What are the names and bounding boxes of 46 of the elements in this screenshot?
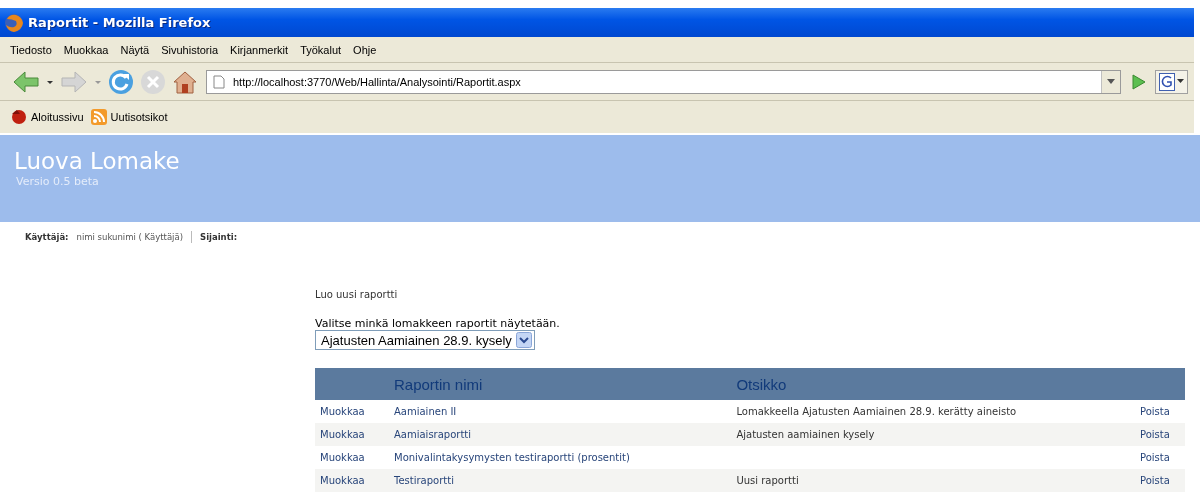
reload-icon[interactable]	[108, 68, 134, 95]
caret-icon	[1177, 79, 1184, 84]
site-title: Luova Lomake	[14, 148, 181, 175]
menu-item[interactable]: Tiedosto	[10, 43, 52, 56]
search-engine-button[interactable]	[1155, 69, 1188, 94]
select-label: Valitse minkä lomakkeen raportit näytetään.	[315, 317, 561, 330]
forward-arrow-icon[interactable]	[60, 69, 88, 94]
edit-link[interactable]: Muokkaa	[320, 452, 365, 463]
delete-link[interactable]: Poista	[1140, 429, 1170, 440]
user-name: nimi sukunimi ( Käyttäjä)	[76, 232, 183, 242]
menu-item[interactable]: Sivuhistoria	[161, 43, 219, 56]
g-letter-icon	[1159, 72, 1175, 91]
table-cell: Lomakkeella Ajatusten Aamiainen 28.9. kerätty aineisto	[736, 406, 1017, 417]
edit-link[interactable]: Muokkaa	[320, 475, 365, 486]
caret-icon	[1107, 78, 1115, 85]
report-name-link[interactable]: Aamiaisraportti	[394, 429, 472, 440]
edit-link[interactable]: Muokkaa	[320, 406, 365, 417]
delete-link[interactable]: Poista	[1140, 452, 1170, 463]
edit-link[interactable]: Muokkaa	[320, 429, 365, 440]
window-title: Raportit - Mozilla Firefox	[28, 15, 211, 30]
report-name-link[interactable]: Aamiainen II	[394, 406, 457, 417]
table-cell: Ajatusten aamiainen kysely	[736, 429, 875, 440]
table-cell: Uusi raportti	[736, 475, 799, 486]
rss-feed-icon	[89, 108, 108, 126]
new-report-link[interactable]: Luo uusi raportti	[315, 289, 398, 300]
menu-item[interactable]: Ohje	[353, 43, 377, 56]
version-text: Versio 0.5 beta	[16, 175, 100, 188]
menu-item[interactable]: Muokkaa	[63, 43, 109, 56]
menu-item[interactable]: Näytä	[120, 43, 150, 56]
back-arrow-icon[interactable]	[12, 69, 40, 94]
column-header: Raportin nimi	[389, 368, 732, 400]
column-header: Otsikko	[731, 368, 1135, 400]
location-label: Sijainti:	[200, 232, 238, 242]
report-name-link[interactable]: Monivalintakysymysten testiraportti (prosentit)	[394, 452, 630, 463]
bookmark[interactable]: Uutisotsikot	[89, 108, 168, 126]
bookmark[interactable]: Aloitussivu	[10, 108, 84, 126]
user-label: Käyttäjä:	[25, 232, 69, 242]
form-select[interactable]: Ajatusten Aamiainen 28.9. kysely	[315, 330, 535, 350]
page-icon	[213, 74, 225, 89]
menu-item[interactable]: Kirjanmerkit	[230, 43, 289, 56]
address-bar[interactable]: http://localhost:3770/Web/Hallinta/Analysointi/Raportit.aspx	[206, 69, 1121, 94]
menu-item[interactable]: Työkalut	[300, 43, 342, 56]
delete-link[interactable]: Poista	[1140, 475, 1170, 486]
delete-link[interactable]: Poista	[1140, 406, 1170, 417]
report-name-link[interactable]: Testiraportti	[394, 475, 454, 486]
dropdown-button[interactable]	[1101, 70, 1120, 93]
